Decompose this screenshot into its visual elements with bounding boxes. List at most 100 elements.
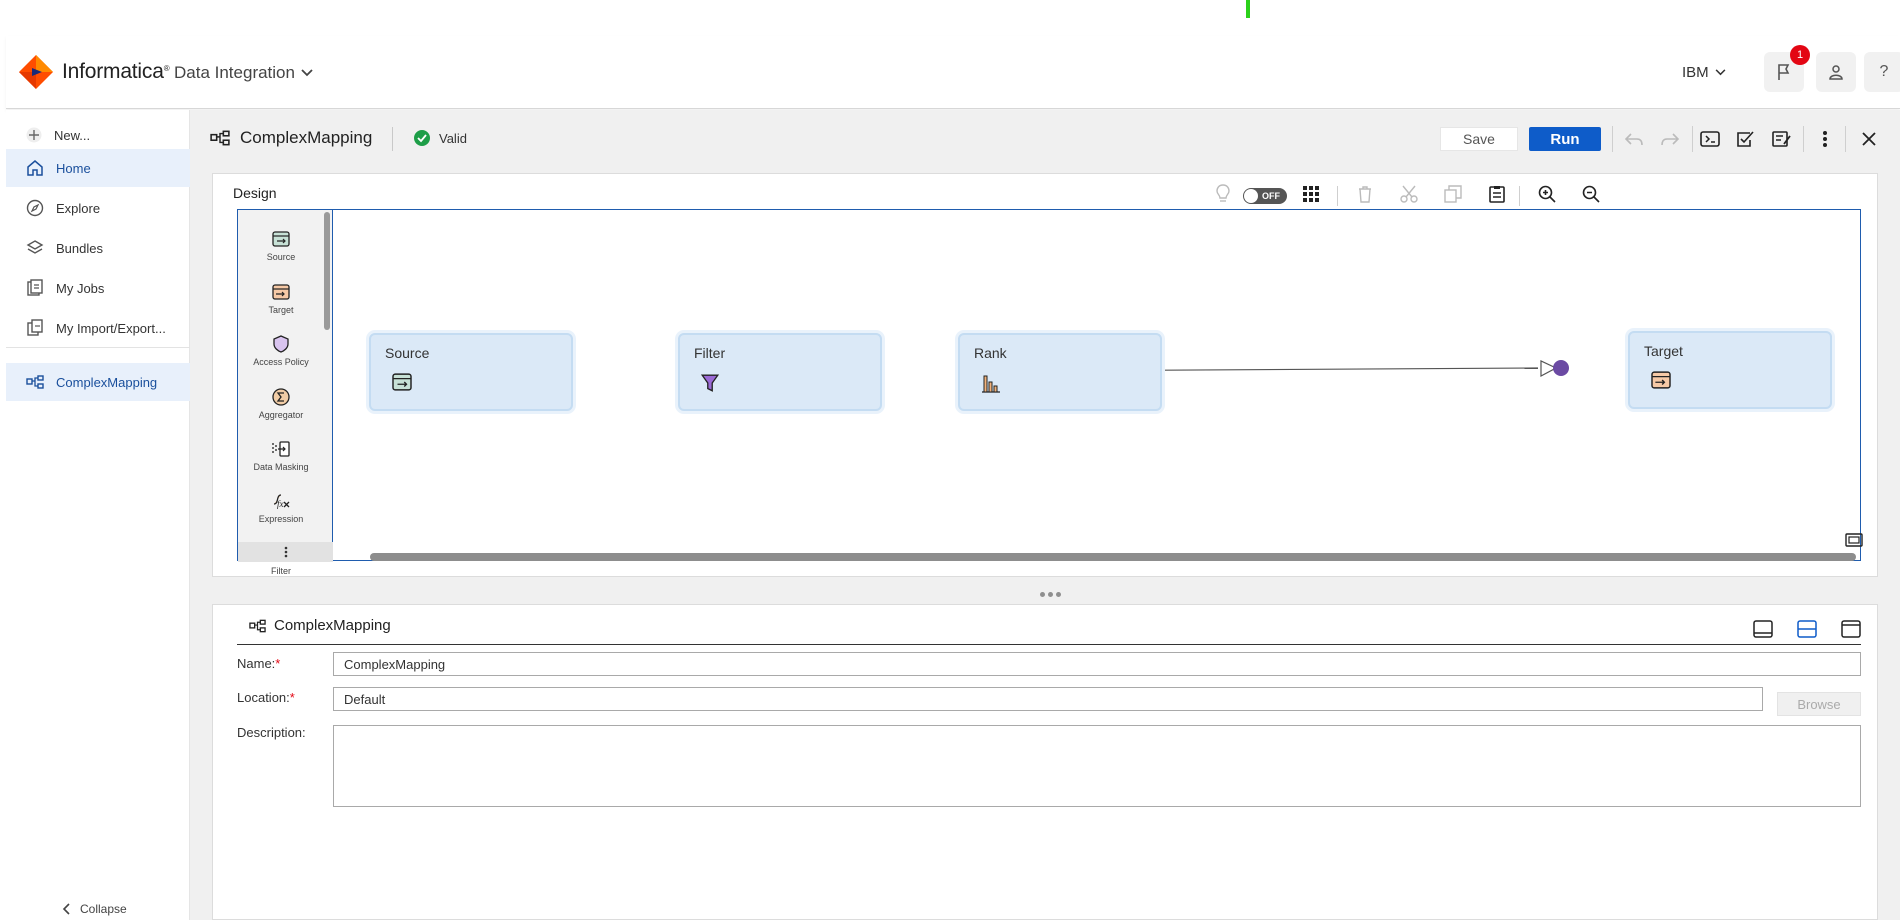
dock-bottom-button[interactable]: [1751, 617, 1775, 641]
divider: [392, 127, 393, 151]
copy-button[interactable]: [1441, 182, 1465, 206]
description-label: Description:: [237, 725, 306, 740]
sidebar-divider: [6, 347, 190, 348]
chevron-down-icon: [301, 69, 313, 77]
informatica-logo: [19, 55, 53, 89]
mapping-canvas[interactable]: Source Target Access Policy Aggregator D…: [237, 209, 1863, 576]
sidebar-item-complexmapping[interactable]: ComplexMapping: [6, 363, 190, 401]
zoom-out-icon: [1582, 185, 1600, 203]
trash-icon: [1359, 186, 1371, 203]
sidebar-item-label: Explore: [56, 200, 101, 216]
node-target[interactable]: Target: [1628, 331, 1832, 409]
overview-icon: [1845, 533, 1863, 547]
overview-button[interactable]: [1845, 533, 1863, 547]
name-field[interactable]: ComplexMapping: [333, 652, 1861, 676]
panel-splitter[interactable]: [1035, 592, 1065, 600]
maximize-panel-button[interactable]: [1839, 617, 1863, 641]
target-icon: [1650, 371, 1672, 394]
sidebar-item-my-jobs[interactable]: My Jobs: [6, 269, 190, 307]
run-button[interactable]: Run: [1529, 127, 1601, 151]
edit-list-icon: [1772, 131, 1791, 147]
canvas-horizontal-scrollbar[interactable]: [370, 553, 1856, 561]
divider: [1845, 126, 1846, 152]
cut-button[interactable]: [1397, 182, 1421, 206]
sidebar-item-explore[interactable]: Explore: [6, 189, 190, 227]
dock-middle-button[interactable]: [1795, 617, 1819, 641]
copy-icon: [1444, 185, 1462, 203]
zoom-in-icon: [1538, 185, 1556, 203]
palette-item-label: Filter: [271, 566, 291, 576]
sidebar-item-import-export[interactable]: My Import/Export...: [6, 309, 190, 347]
design-title: Design: [233, 185, 277, 201]
close-icon: [1862, 132, 1876, 146]
compass-icon: [26, 199, 44, 217]
user-icon: [1829, 65, 1843, 80]
paste-button[interactable]: [1485, 182, 1509, 206]
org-label: IBM: [1682, 64, 1709, 81]
sidebar: New... Home Explore Bundles My Jobs My I…: [6, 110, 190, 920]
home-icon: [27, 160, 43, 176]
validate-icon: [1737, 131, 1754, 147]
properties-divider: [237, 644, 1861, 645]
save-button[interactable]: Save: [1440, 127, 1518, 151]
node-label: Source: [385, 345, 430, 361]
sidebar-item-label: ComplexMapping: [56, 374, 158, 390]
jobs-icon: [27, 279, 43, 296]
node-label: Filter: [694, 345, 726, 361]
brand-name: Informatica®: [62, 60, 170, 83]
flag-icon: [1778, 64, 1790, 80]
main-area: ComplexMapping Valid Save Run Design OFF…: [190, 110, 1900, 920]
node-filter[interactable]: Filter: [678, 333, 882, 411]
panel-split-icon: [1797, 620, 1817, 638]
edit-properties-button[interactable]: [1770, 127, 1794, 151]
location-label: Location:*: [237, 690, 295, 705]
sidebar-item-bundles[interactable]: Bundles: [6, 229, 190, 267]
undo-button[interactable]: [1622, 127, 1646, 151]
sidebar-item-label: New...: [54, 127, 91, 143]
mapping-name: ComplexMapping: [240, 128, 373, 147]
node-rank[interactable]: Rank: [958, 333, 1162, 411]
delete-button[interactable]: [1353, 182, 1377, 206]
panel-top-icon: [1841, 620, 1861, 638]
mapping-title: ComplexMapping: [210, 128, 372, 148]
notifications-button[interactable]: 1: [1764, 45, 1810, 92]
filter-icon: [700, 373, 720, 398]
description-field[interactable]: [333, 725, 1861, 807]
product-switcher[interactable]: Data Integration: [174, 63, 313, 83]
collapse-button[interactable]: Collapse: [62, 902, 127, 916]
chevron-down-icon: [1715, 69, 1726, 76]
redo-button[interactable]: [1658, 127, 1682, 151]
plus-icon: [26, 127, 42, 143]
properties-title: ComplexMapping: [249, 617, 391, 634]
arrange-all-button[interactable]: [1299, 182, 1323, 206]
zoom-in-button[interactable]: [1535, 182, 1559, 206]
sidebar-item-home[interactable]: Home: [6, 149, 190, 187]
layers-icon: [26, 240, 44, 254]
source-icon: [391, 373, 413, 396]
more-actions-button[interactable]: [1813, 127, 1837, 151]
user-menu-button[interactable]: [1816, 52, 1856, 92]
name-label: Name:*: [237, 656, 281, 671]
properties-title-label: ComplexMapping: [274, 617, 391, 634]
location-field[interactable]: Default: [333, 687, 1763, 711]
zoom-out-button[interactable]: [1579, 182, 1603, 206]
help-button[interactable]: ?: [1864, 52, 1900, 92]
input-port: [1553, 360, 1569, 376]
node-source[interactable]: Source: [369, 333, 573, 411]
org-switcher[interactable]: IBM: [1682, 64, 1726, 81]
sidebar-item-label: Bundles: [56, 240, 103, 256]
close-button[interactable]: [1857, 127, 1881, 151]
validate-button[interactable]: [1733, 127, 1757, 151]
panel-bottom-icon: [1753, 620, 1773, 638]
chevron-left-icon: [62, 903, 70, 915]
recommendations-toggle[interactable]: OFF: [1243, 188, 1287, 204]
recommendations-button[interactable]: [1211, 182, 1235, 206]
help-icon: ?: [1879, 63, 1889, 80]
rank-icon: [980, 373, 1002, 398]
browse-button[interactable]: Browse: [1777, 692, 1861, 716]
parameters-button[interactable]: [1698, 127, 1722, 151]
divider: [1519, 186, 1520, 206]
product-label: Data Integration: [174, 63, 295, 82]
design-panel: Design OFF Source Target Access Policy A…: [212, 173, 1878, 577]
divider: [1612, 126, 1613, 152]
